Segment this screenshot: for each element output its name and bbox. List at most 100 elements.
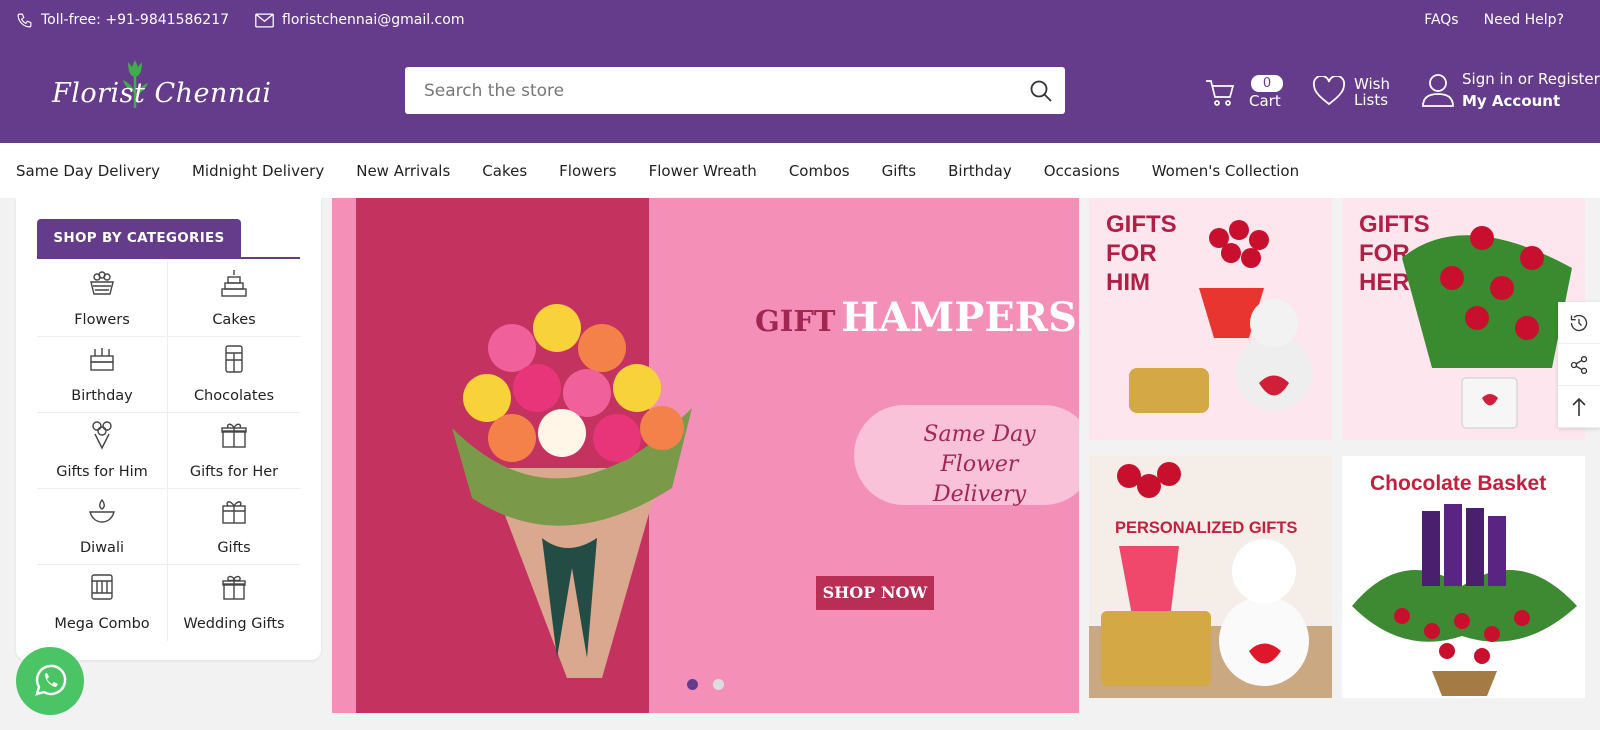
cart-button[interactable]: 0 Cart [1205,72,1305,112]
mail-icon [255,13,274,27]
category-wedding-gifts[interactable]: Wedding Gifts [168,565,300,641]
site-header: Florist Chennai 0 Cart Wish Lists Sign i… [0,40,1600,143]
hero-title-small: GIFT [755,304,836,338]
nav-cakes[interactable]: Cakes [482,162,527,180]
category-mega-combo[interactable]: Mega Combo [37,565,168,641]
teddy-roses-image [1129,220,1312,413]
shop-now-button[interactable]: SHOP NOW [816,576,934,610]
wish-lists-button[interactable]: Wish Lists [1312,74,1412,114]
search-input[interactable] [405,67,1005,114]
hero-pill-text: Same Day Flower Delivery [892,420,1067,510]
wish-label-line2: Lists [1354,91,1389,109]
my-account-link[interactable]: My Account [1462,92,1560,110]
combo-box-icon [91,574,113,600]
categories-title: SHOP BY CATEGORIES [37,219,241,258]
nav-flower-wreath[interactable]: Flower Wreath [649,162,757,180]
slider-dot-1[interactable] [687,679,698,690]
user-icon [1422,74,1454,107]
email-text: floristchennai@gmail.com [282,12,465,28]
hero-banner[interactable]: GIFT HAMPERS Same Day Flower Delivery SH… [332,198,1079,713]
category-chocolates[interactable]: Chocolates [168,337,300,413]
search-bar [405,67,1065,114]
chocolate-icon [225,345,243,373]
nav-gifts[interactable]: Gifts [882,162,917,180]
diya-icon [89,498,115,523]
email-link[interactable]: floristchennai@gmail.com [255,12,464,28]
flower-bouquet-image [452,304,692,678]
back-to-top-button[interactable] [1558,386,1600,428]
site-logo[interactable]: Florist Chennai [52,58,271,118]
cart-icon [1206,80,1235,106]
side-floating-tools [1558,302,1600,428]
category-label: Mega Combo [54,616,150,632]
birthday-cake-icon [90,348,114,371]
nav-new-arrivals[interactable]: New Arrivals [356,162,450,180]
account-menu[interactable]: Sign in or Register My Account [1422,68,1600,112]
main-navigation: Same Day Delivery Midnight Delivery New … [0,143,1600,198]
whatsapp-icon [35,664,67,696]
wedding-gift-icon [222,575,246,600]
shop-by-categories-panel: SHOP BY CATEGORIES Flowers Cakes Birthda… [16,198,321,660]
promo-gifts-for-her[interactable]: GIFTS FOR HER [1342,198,1585,440]
history-icon [1570,314,1588,331]
bouquet-icon [92,421,112,450]
heart-icon [1312,76,1346,106]
arrow-up-icon [1572,397,1586,416]
category-label: Gifts [217,540,251,556]
flower-basket-icon [90,271,114,295]
roses-mug-image [1402,226,1572,429]
need-help-link[interactable]: Need Help? [1484,12,1564,28]
nav-flowers[interactable]: Flowers [559,162,616,180]
slider-dots [687,679,724,690]
promo-personalized-gifts[interactable]: PERSONALIZED GIFTS [1089,456,1332,698]
personalized-gift-image [1089,462,1332,698]
whatsapp-chat-button[interactable] [16,647,84,715]
category-label: Cakes [212,312,256,328]
gift-box-icon [221,423,247,448]
hero-title: GIFT HAMPERS [755,294,1077,341]
pill-line1: Same Day [923,422,1036,447]
category-label: Flowers [74,312,130,328]
nav-womens-collection[interactable]: Women's Collection [1152,162,1299,180]
category-label: Diwali [80,540,124,556]
search-icon [1030,80,1052,102]
category-label: Wedding Gifts [183,616,285,632]
categories-divider [37,257,300,259]
nav-occasions[interactable]: Occasions [1044,162,1120,180]
category-diwali[interactable]: Diwali [37,489,168,565]
category-gifts[interactable]: Gifts [168,489,300,565]
top-utility-bar: Toll-free: +91-9841586217 floristchennai… [0,0,1600,40]
nav-same-day-delivery[interactable]: Same Day Delivery [16,162,160,180]
slider-dot-2[interactable] [713,679,724,690]
faqs-link[interactable]: FAQs [1424,12,1458,28]
nav-birthday[interactable]: Birthday [948,162,1012,180]
chocolate-basket-image [1352,504,1577,696]
cart-count-badge: 0 [1251,75,1283,92]
categories-grid: Flowers Cakes Birthday Chocolates Gifts … [37,261,300,641]
gifts-icon [222,501,246,524]
promo-chocolate-basket[interactable]: Chocolate Basket [1342,456,1585,698]
category-label: Chocolates [193,388,275,404]
promo-gifts-for-him[interactable]: GIFTS FOR HIM [1089,198,1332,440]
toll-free-phone[interactable]: Toll-free: +91-9841586217 [16,12,229,29]
pill-line2: Flower Delivery [932,452,1027,507]
category-label: Gifts for Him [56,464,148,480]
nav-midnight-delivery[interactable]: Midnight Delivery [192,162,324,180]
logo-text: Florist Chennai [52,78,272,109]
category-cakes[interactable]: Cakes [168,261,300,337]
share-icon [1570,355,1588,374]
phone-icon [17,13,32,27]
category-flowers[interactable]: Flowers [37,261,168,337]
cart-label: Cart [1249,92,1281,110]
category-label: Gifts for Her [189,464,279,480]
search-button[interactable] [1027,77,1055,105]
wish-lists-label: Wish Lists [1354,76,1390,108]
sign-in-register-link[interactable]: Sign in or Register [1462,70,1600,88]
share-button[interactable] [1558,344,1600,386]
category-birthday[interactable]: Birthday [37,337,168,413]
nav-combos[interactable]: Combos [789,162,850,180]
promo-title: PERSONALIZED GIFTS [1115,519,1298,537]
recently-viewed-button[interactable] [1558,302,1600,344]
category-gifts-for-him[interactable]: Gifts for Him [37,413,168,489]
category-gifts-for-her[interactable]: Gifts for Her [168,413,300,489]
